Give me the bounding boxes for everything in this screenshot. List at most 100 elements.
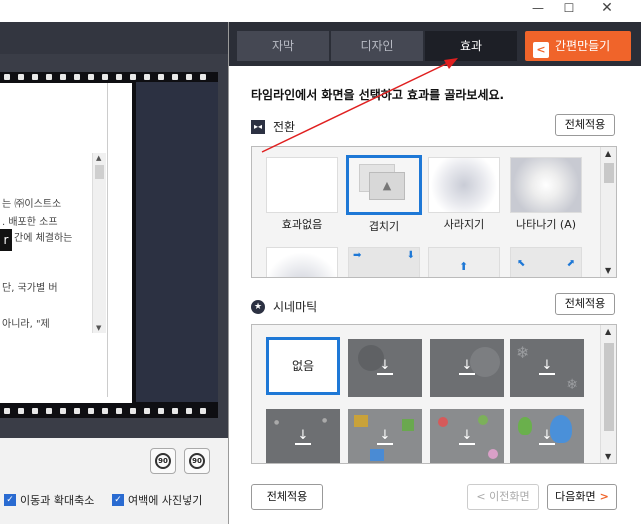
film-hole: [88, 408, 94, 414]
effects-panel: 자막 디자인 효과 < 간편만들기 타임라인에서 화면을 선택하고 효과를 골라보…: [228, 22, 641, 524]
cinematic-item[interactable]: ↓: [348, 409, 422, 463]
dot-icon: ●: [322, 417, 328, 424]
transition-item-none[interactable]: 효과없음: [266, 157, 338, 232]
star-icon: ★: [251, 299, 265, 314]
next-screen-button[interactable]: 다음화면 >: [547, 484, 617, 510]
doc-text-line: . 배포한 소프: [2, 217, 58, 228]
film-hole: [186, 74, 192, 80]
scroll-down-icon[interactable]: ▼: [605, 452, 611, 461]
film-hole: [130, 74, 136, 80]
instruction-text: 타임라인에서 화면을 선택하고 효과를 골라보세요.: [251, 88, 505, 102]
quick-make-button[interactable]: < 간편만들기: [525, 31, 631, 61]
tab-subtitle[interactable]: 자막: [237, 31, 329, 61]
next-frame[interactable]: [136, 82, 218, 402]
download-icon: ↓: [459, 359, 475, 375]
film-hole: [74, 74, 80, 80]
film-hole: [116, 408, 122, 414]
doc-highlight: r: [0, 229, 12, 251]
transition-item-overlap[interactable]: ▲ 겹치기: [346, 155, 422, 234]
film-hole: [46, 74, 52, 80]
film-hole: [158, 74, 164, 80]
gift-icon: [370, 449, 384, 461]
scroll-thumb[interactable]: [604, 163, 614, 183]
image-icon: ▲: [369, 172, 405, 200]
transition-apply-all-button[interactable]: 전체적용: [555, 114, 615, 136]
scroll-thumb[interactable]: [604, 343, 614, 431]
transition-thumb: [266, 247, 338, 277]
move-zoom-checkbox[interactable]: ✓: [4, 494, 16, 506]
transition-item-fade-out[interactable]: 사라지기: [428, 157, 500, 232]
film-hole: [18, 74, 24, 80]
chevron-right-icon: >: [599, 490, 609, 503]
scroll-down-icon[interactable]: ▼: [605, 266, 611, 275]
snowflake-icon: ❄: [566, 377, 578, 393]
transition-header: ▸◂ 전환: [251, 118, 295, 135]
cinematic-label: 시네마틱: [273, 300, 318, 314]
tab-bar: 자막 디자인 효과 < 간편만들기: [229, 22, 641, 66]
preview-controls: 90 90 ✓ 이동과 확대축소 ✓ 여백에 사진넣기: [0, 438, 228, 524]
transition-thumb: ➡ ⬇: [348, 247, 420, 277]
rotate-cw-icon: 90: [155, 453, 171, 469]
apply-all-button[interactable]: 전체적용: [251, 484, 323, 510]
transition-grid: 효과없음 ▲ 겹치기 사라지기 나타나기 (A) ➡ ⬇ ⬆ ⬉ ⬈ ▲ ▼: [251, 146, 617, 278]
cinematic-item-none[interactable]: 없음: [266, 337, 340, 395]
transition-item[interactable]: ⬉ ⬈: [510, 247, 582, 277]
film-hole: [32, 408, 38, 414]
minimize-icon[interactable]: —: [523, 0, 553, 18]
margin-photo-option[interactable]: ✓ 여백에 사진넣기: [112, 492, 202, 508]
prev-screen-button[interactable]: < 이전화면: [467, 484, 539, 510]
scroll-up-icon[interactable]: ▲: [605, 327, 611, 336]
film-hole: [74, 408, 80, 414]
film-hole: [18, 408, 24, 414]
cinematic-item[interactable]: ↓: [430, 409, 504, 463]
rotate-ccw-icon: 90: [189, 453, 205, 469]
film-hole: [172, 408, 178, 414]
film-hole: [60, 74, 66, 80]
cinematic-apply-all-button[interactable]: 전체적용: [555, 293, 615, 315]
snowflake-icon: ❄: [516, 343, 530, 362]
film-hole: [200, 408, 206, 414]
document-preview: 는 ㈜이스트소 . 배포한 소프 간에 체결하는 단, 국가별 버 아니라, "…: [0, 83, 132, 403]
gift-icon: [402, 419, 414, 431]
cinematic-item[interactable]: ↓: [510, 409, 584, 463]
scroll-up-icon[interactable]: ▲: [96, 154, 101, 162]
tab-design[interactable]: 디자인: [331, 31, 423, 61]
film-hole: [102, 408, 108, 414]
filmstrip-frame[interactable]: 는 ㈜이스트소 . 배포한 소프 간에 체결하는 단, 국가별 버 아니라, "…: [0, 72, 218, 418]
tab-effects[interactable]: 효과: [425, 31, 517, 61]
cinematic-item[interactable]: ↓: [430, 339, 504, 397]
download-icon: ↓: [539, 359, 555, 375]
download-icon: ↓: [377, 429, 393, 445]
cinematic-scrollbar[interactable]: ▲ ▼: [600, 325, 616, 463]
maximize-icon[interactable]: ☐: [554, 0, 584, 18]
download-icon: ↓: [459, 429, 475, 445]
rotate-ccw-button[interactable]: 90: [184, 448, 210, 474]
film-hole: [88, 74, 94, 80]
cinematic-item[interactable]: ❄ ❄ ↓: [510, 339, 584, 397]
margin-photo-checkbox[interactable]: ✓: [112, 494, 124, 506]
download-icon: ↓: [377, 359, 393, 375]
scroll-down-icon[interactable]: ▼: [96, 324, 101, 332]
transition-item[interactable]: [266, 247, 338, 277]
cinematic-item[interactable]: ↓: [348, 339, 422, 397]
transition-item[interactable]: ➡ ⬇: [348, 247, 420, 277]
transition-item[interactable]: ⬆: [428, 247, 500, 277]
cinematic-item[interactable]: ● ● ↓: [266, 409, 340, 463]
arrow-up-icon: ⬆: [459, 260, 469, 273]
film-hole: [172, 74, 178, 80]
doc-text-line: 아니라, "제: [2, 319, 50, 330]
scroll-thumb[interactable]: [95, 165, 104, 179]
rotate-cw-button[interactable]: 90: [150, 448, 176, 474]
transition-thumb: [428, 157, 500, 213]
move-zoom-option[interactable]: ✓ 이동과 확대축소: [4, 492, 94, 508]
close-icon[interactable]: ✕: [592, 0, 622, 18]
scroll-up-icon[interactable]: ▲: [605, 149, 611, 158]
transition-caption: 나타나기 (A): [515, 218, 577, 231]
transition-item-fade-in[interactable]: 나타나기 (A): [510, 157, 582, 232]
doc-scrollbar[interactable]: ▲ ▼: [92, 153, 106, 333]
transition-scrollbar[interactable]: ▲ ▼: [600, 147, 616, 277]
title-bar: — ☐ ✕: [0, 0, 641, 20]
film-hole: [60, 408, 66, 414]
film-hole: [4, 74, 10, 80]
film-hole: [144, 408, 150, 414]
